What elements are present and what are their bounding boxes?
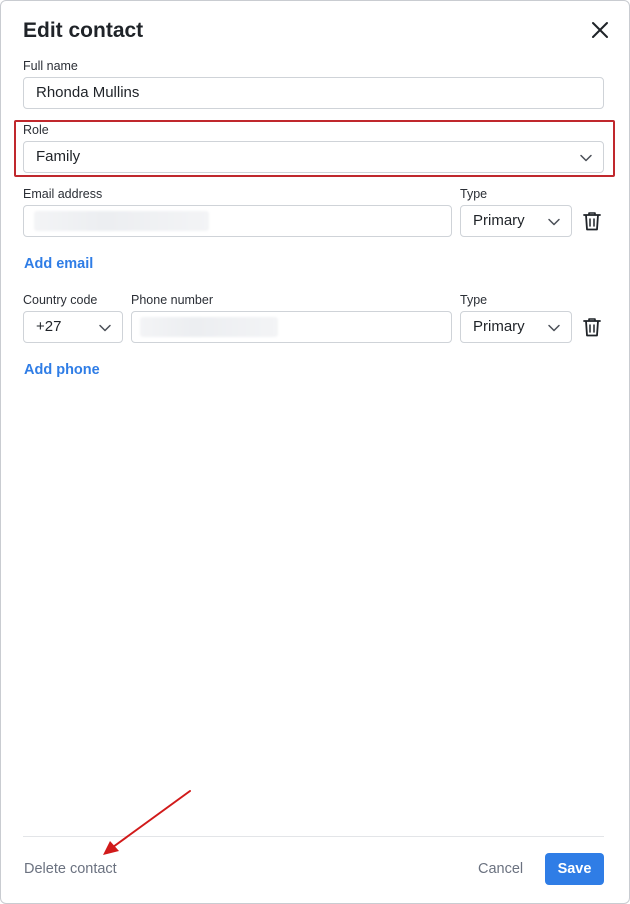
save-button[interactable]: Save: [545, 853, 604, 885]
phone-number-input[interactable]: [131, 311, 452, 343]
chevron-down-icon: [99, 324, 111, 332]
role-select[interactable]: Family: [23, 141, 604, 173]
edit-contact-dialog: Edit contact Full name Rhonda Mullins Ro…: [0, 0, 630, 904]
redacted-phone: [140, 317, 278, 337]
phone-number-label: Phone number: [131, 293, 214, 307]
phone-type-select[interactable]: Primary: [460, 311, 572, 343]
email-type-label: Type: [460, 187, 488, 201]
country-code-value: +27: [36, 318, 62, 335]
full-name-input[interactable]: Rhonda Mullins: [23, 77, 604, 109]
phone-type-value: Primary: [473, 318, 525, 335]
cancel-button[interactable]: Cancel: [478, 861, 523, 877]
email-input[interactable]: [23, 205, 452, 237]
close-icon: [592, 22, 608, 38]
add-email-link[interactable]: Add email: [24, 256, 93, 272]
footer-divider: [23, 836, 604, 837]
email-type-select[interactable]: Primary: [460, 205, 572, 237]
add-phone-link[interactable]: Add phone: [24, 362, 100, 378]
delete-email-button[interactable]: [582, 210, 602, 232]
role-select-value: Family: [36, 148, 81, 165]
delete-contact-button[interactable]: Delete contact: [24, 861, 117, 877]
email-label: Email address: [23, 187, 103, 201]
phone-type-label: Type: [460, 293, 488, 307]
redacted-email: [34, 211, 209, 231]
close-button[interactable]: [589, 19, 611, 41]
email-type-value: Primary: [473, 212, 525, 229]
chevron-down-icon: [548, 324, 560, 332]
role-label: Role: [23, 123, 49, 137]
trash-icon: [583, 318, 601, 337]
country-code-label: Country code: [23, 293, 98, 307]
delete-phone-button[interactable]: [582, 316, 602, 338]
chevron-down-icon: [548, 218, 560, 226]
trash-icon: [583, 212, 601, 231]
chevron-down-icon: [580, 154, 592, 162]
dialog-title: Edit contact: [23, 19, 144, 42]
full-name-label: Full name: [23, 59, 78, 73]
country-code-select[interactable]: +27: [23, 311, 123, 343]
annotation-arrow-icon: [103, 790, 191, 855]
